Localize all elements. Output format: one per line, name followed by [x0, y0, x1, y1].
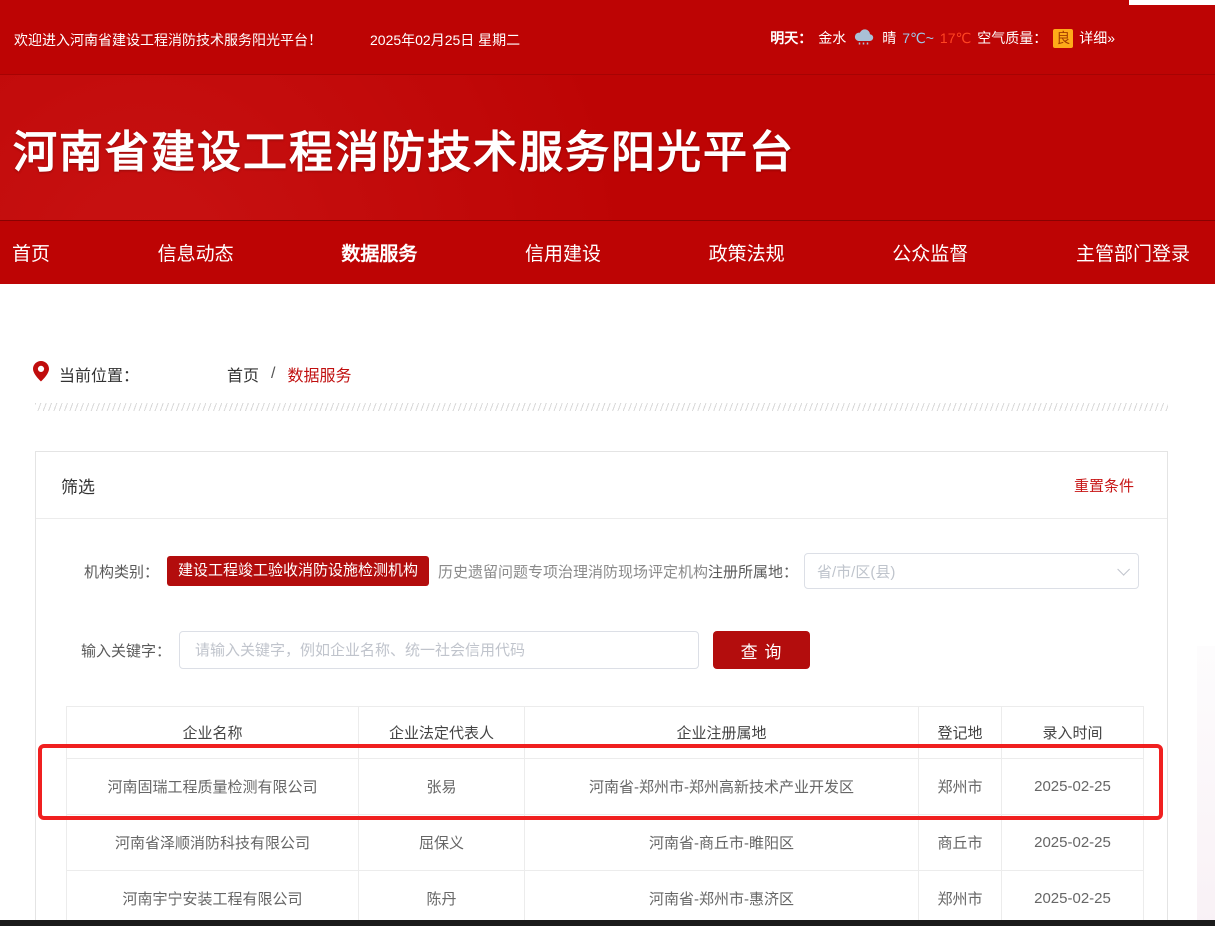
temp-low: 7℃~: [902, 30, 934, 47]
search-button[interactable]: 查 询: [713, 631, 810, 669]
category-option-0[interactable]: 建设工程竣工验收消防设施检测机构: [167, 556, 429, 586]
nav-item-home[interactable]: 首页: [12, 239, 50, 266]
breadcrumb-separator: /: [271, 365, 275, 383]
right-edge-fade: [1197, 646, 1215, 926]
chevron-down-icon: [1117, 563, 1130, 576]
breadcrumb-current[interactable]: 数据服务: [287, 362, 351, 386]
filter-panel-title: 筛选: [61, 473, 95, 498]
region-select[interactable]: 省/市/区(县): [804, 553, 1139, 589]
region-select-placeholder: 省/市/区(县): [817, 561, 895, 582]
cell-company: 河南固瑞工程质量检测有限公司: [67, 759, 359, 815]
air-quality-label: 空气质量：: [977, 28, 1047, 48]
nav-item-news[interactable]: 信息动态: [158, 239, 234, 266]
cloud-rain-icon: [852, 28, 876, 48]
weather-detail-link[interactable]: 详细»: [1079, 28, 1115, 48]
page: 欢迎进入河南省建设工程消防技术服务阳光平台！ 2025年02月25日 星期二 明…: [0, 0, 1215, 926]
footer-strip: [0, 920, 1215, 926]
cell-registered_address: 河南省-郑州市-惠济区: [525, 871, 919, 926]
table-body: 河南固瑞工程质量检测有限公司张易河南省-郑州市-郑州高新技术产业开发区郑州市20…: [67, 759, 1144, 926]
cell-entry_date: 2025-02-25: [1002, 815, 1144, 871]
nav-item-credit[interactable]: 信用建设: [525, 239, 601, 266]
page-title: 河南省建设工程消防技术服务阳光平台: [13, 116, 795, 180]
browser-corner-notch: [1129, 0, 1215, 5]
reset-filters-link[interactable]: 重置条件: [1074, 475, 1134, 496]
table-header-row: 企业名称企业法定代表人企业注册属地登记地录入时间: [67, 707, 1144, 759]
table-wrap: 企业名称企业法定代表人企业注册属地登记地录入时间 河南固瑞工程质量检测有限公司张…: [66, 706, 1141, 926]
cell-registration_city: 商丘市: [919, 815, 1002, 871]
welcome-text: 欢迎进入河南省建设工程消防技术服务阳光平台！: [14, 30, 322, 50]
column-header: 录入时间: [1002, 707, 1144, 759]
nav-item-policy[interactable]: 政策法规: [709, 239, 785, 266]
filter-panel-header: 筛选 重置条件: [36, 452, 1167, 519]
tomorrow-label: 明天：: [770, 28, 812, 48]
filter-panel: 筛选 重置条件 机构类别： 建设工程竣工验收消防设施检测机构历史遗留问题专项治理…: [35, 451, 1168, 926]
slash-divider: [35, 403, 1168, 411]
nav-item-data-service[interactable]: 数据服务: [341, 239, 417, 266]
cell-registration_city: 郑州市: [919, 871, 1002, 926]
temp-high: 17℃: [940, 30, 971, 47]
cell-company: 河南宇宁安装工程有限公司: [67, 871, 359, 926]
cell-registered_address: 河南省-商丘市-睢阳区: [525, 815, 919, 871]
content-area: 当前位置： 首页 / 数据服务 筛选 重置条件 机构类别： 建设工程竣工验收消防…: [0, 361, 1215, 926]
category-filter-row: 机构类别： 建设工程竣工验收消防设施检测机构历史遗留问题专项治理消防现场评定机构…: [36, 553, 1167, 589]
column-header: 企业注册属地: [525, 707, 919, 759]
cell-legal_rep: 张易: [359, 759, 525, 815]
table-row[interactable]: 河南固瑞工程质量检测有限公司张易河南省-郑州市-郑州高新技术产业开发区郑州市20…: [67, 759, 1144, 815]
column-header: 企业名称: [67, 707, 359, 759]
region-filter-group: 注册所属地： 省/市/区(县): [708, 553, 1139, 589]
weather-condition: 晴: [882, 28, 896, 48]
cell-registered_address: 河南省-郑州市-郑州高新技术产业开发区: [525, 759, 919, 815]
keyword-label: 输入关键字：: [36, 640, 171, 661]
company-table: 企业名称企业法定代表人企业注册属地登记地录入时间 河南固瑞工程质量检测有限公司张…: [66, 706, 1144, 926]
cell-legal_rep: 陈丹: [359, 871, 525, 926]
cell-registration_city: 郑州市: [919, 759, 1002, 815]
top-bar: 欢迎进入河南省建设工程消防技术服务阳光平台！ 2025年02月25日 星期二 明…: [0, 0, 1215, 75]
region-label: 注册所属地：: [708, 561, 798, 582]
cell-entry_date: 2025-02-25: [1002, 759, 1144, 815]
site-header: 河南省建设工程消防技术服务阳光平台: [0, 75, 1215, 220]
air-quality-badge: 良: [1053, 29, 1073, 48]
category-label: 机构类别：: [36, 561, 159, 582]
cell-legal_rep: 屈保义: [359, 815, 525, 871]
main-nav: 首页 信息动态 数据服务 信用建设 政策法规 公众监督 主管部门登录: [0, 220, 1215, 284]
category-option-1[interactable]: 历史遗留问题专项治理消防现场评定机构: [438, 561, 708, 582]
table-row[interactable]: 河南宇宁安装工程有限公司陈丹河南省-郑州市-惠济区郑州市2025-02-25: [67, 871, 1144, 926]
category-options: 建设工程竣工验收消防设施检测机构历史遗留问题专项治理消防现场评定机构: [159, 556, 708, 586]
date-text: 2025年02月25日 星期二: [370, 30, 520, 50]
map-pin-icon: [33, 361, 49, 387]
breadcrumb-home-link[interactable]: 首页: [227, 362, 259, 386]
breadcrumb-label: 当前位置：: [59, 362, 139, 386]
nav-item-supervision[interactable]: 公众监督: [892, 239, 968, 266]
table-row[interactable]: 河南省泽顺消防科技有限公司屈保义河南省-商丘市-睢阳区商丘市2025-02-25: [67, 815, 1144, 871]
nav-item-dept-login[interactable]: 主管部门登录: [1076, 239, 1190, 266]
column-header: 登记地: [919, 707, 1002, 759]
weather-district: 金水: [818, 28, 846, 48]
cell-company: 河南省泽顺消防科技有限公司: [67, 815, 359, 871]
cell-entry_date: 2025-02-25: [1002, 871, 1144, 926]
keyword-input[interactable]: [179, 631, 699, 669]
breadcrumb: 当前位置： 首页 / 数据服务: [33, 361, 1215, 387]
weather-widget: 明天： 金水 晴 7℃~ 17℃ 空气质量： 良 详细»: [770, 28, 1115, 48]
keyword-filter-row: 输入关键字： 查 询: [36, 631, 1167, 669]
column-header: 企业法定代表人: [359, 707, 525, 759]
